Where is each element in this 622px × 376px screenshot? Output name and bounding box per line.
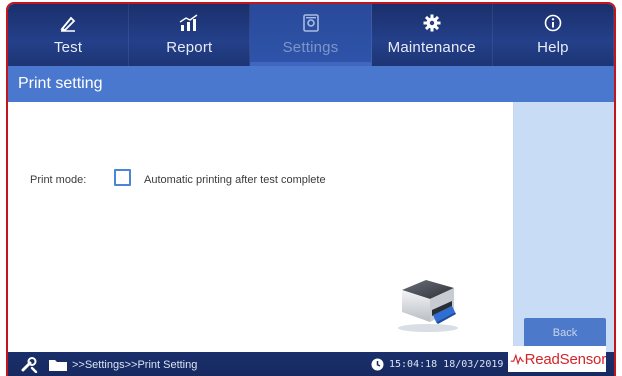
- tab-maintenance[interactable]: Maintenance: [372, 4, 493, 66]
- device-screen: Test Report Settings Maintenance Help Pr…: [6, 2, 616, 376]
- gear-icon: [423, 14, 441, 32]
- info-icon: [544, 14, 562, 32]
- back-button[interactable]: Back: [524, 318, 606, 348]
- tab-report[interactable]: Report: [129, 4, 251, 66]
- settings-content: Print mode: Automatic printing after tes…: [8, 102, 514, 352]
- tools-icon[interactable]: [20, 357, 38, 373]
- side-panel: [514, 102, 614, 352]
- screen-frame: Test Report Settings Maintenance Help Pr…: [0, 0, 622, 376]
- tab-settings[interactable]: Settings: [250, 4, 372, 66]
- brand-name: ReadSensor: [524, 350, 607, 368]
- tab-test-label: Test: [53, 39, 83, 56]
- print-mode-label: Print mode:: [30, 174, 87, 186]
- datetime-display: 15:04:18 18/03/2019: [389, 359, 504, 370]
- brand-logo: ReadSensor: [508, 346, 606, 372]
- top-navigation: Test Report Settings Maintenance Help: [8, 4, 614, 66]
- breadcrumb: >>Settings>>Print Setting: [72, 359, 198, 371]
- tab-help[interactable]: Help: [493, 4, 614, 66]
- auto-print-label[interactable]: Automatic printing after test complete: [144, 174, 326, 186]
- page-header: Print setting: [8, 66, 614, 102]
- tab-test[interactable]: Test: [8, 4, 130, 66]
- settings-icon: [302, 14, 319, 32]
- chart-icon: [179, 14, 198, 31]
- page-title: Print setting: [18, 75, 103, 92]
- tab-help-label: Help: [537, 39, 569, 56]
- folder-icon: [49, 360, 67, 371]
- brand-wave-icon: [510, 353, 524, 366]
- clock-icon: [371, 358, 384, 371]
- tab-settings-label: Settings: [282, 39, 339, 56]
- tab-report-label: Report: [166, 39, 213, 56]
- pen-icon: [60, 16, 76, 32]
- auto-print-checkbox[interactable]: [114, 169, 131, 186]
- tab-maintenance-label: Maintenance: [387, 39, 476, 56]
- printer-icon: [398, 280, 458, 332]
